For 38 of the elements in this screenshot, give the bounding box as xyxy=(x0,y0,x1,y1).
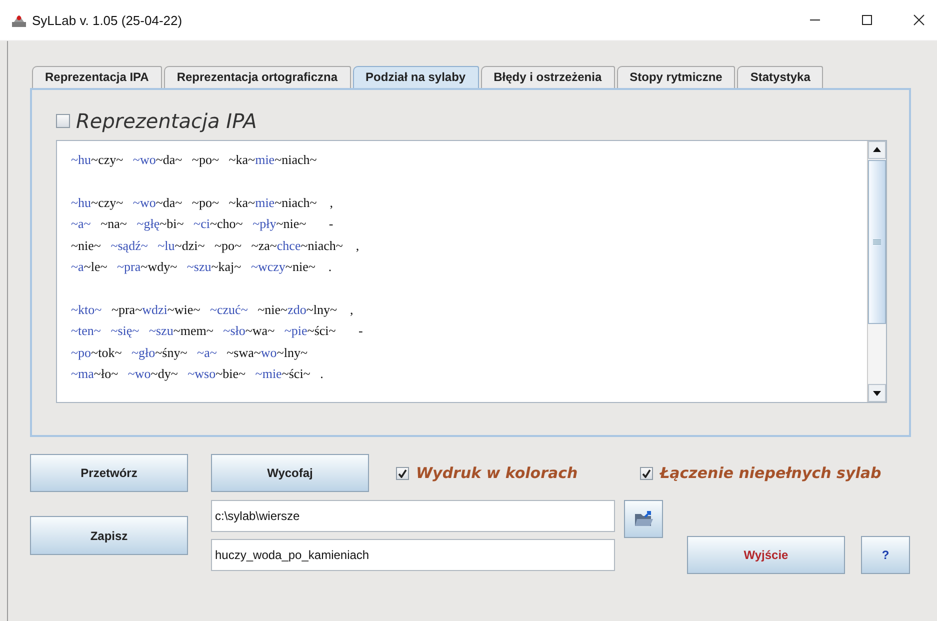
tab[interactable]: Reprezentacja IPA xyxy=(32,66,162,88)
tab[interactable]: Reprezentacja ortograficzna xyxy=(164,66,351,88)
path-field[interactable]: c:\sylab\wiersze xyxy=(211,500,615,532)
checkbox-label: Reprezentacja IPA xyxy=(76,109,257,133)
scroll-up-icon[interactable] xyxy=(868,141,886,159)
tab[interactable]: Statystyka xyxy=(737,66,824,88)
text-line: ~kto~ ~pra~wdzi~wie~ ~czuć~ ~nie~zdo~lny~ , xyxy=(71,300,354,319)
tab[interactable]: Stopy rytmiczne xyxy=(616,66,736,88)
undo-button[interactable]: Wycofaj xyxy=(211,454,369,492)
scroll-thumb[interactable] xyxy=(868,160,886,324)
folder-icon xyxy=(634,510,654,528)
text-line: ~hu~czy~ ~wo~da~ ~po~ ~ka~mie~niach~ xyxy=(71,151,317,169)
checkbox-label: Wydruk w kolorach xyxy=(416,464,578,482)
process-button[interactable]: Przetwórz xyxy=(30,454,188,492)
checkbox[interactable] xyxy=(396,466,409,480)
grip-icon xyxy=(873,239,881,245)
close-icon[interactable] xyxy=(913,14,925,26)
exit-button[interactable]: Wyjście xyxy=(687,536,845,574)
file-name-field[interactable]: huczy_woda_po_kamieniach xyxy=(211,539,615,571)
browse-button[interactable] xyxy=(624,500,663,538)
text-line: ~a~ ~na~ ~głę~bi~ ~ci~cho~ ~pły~nie~ - xyxy=(71,215,334,233)
window-title: SyLLab v. 1.05 (25-04-22) xyxy=(32,12,182,28)
text-line: ~hu~czy~ ~wo~da~ ~po~ ~ka~mie~niach~ , xyxy=(71,194,334,212)
scrollbar[interactable] xyxy=(867,141,886,402)
text-line: ~a~le~ ~pra~wdy~ ~szu~kaj~ ~wczy~nie~ . xyxy=(71,258,332,276)
checkbox[interactable] xyxy=(640,466,653,480)
text-line: ~po~tok~ ~gło~śny~ ~a~ ~swa~wo~lny~ xyxy=(71,344,308,362)
text-line: ~ma~ło~ ~wo~dy~ ~wso~bie~ ~mie~ści~ . xyxy=(71,365,324,383)
tab[interactable]: Podział na sylaby xyxy=(352,66,479,88)
text-line: ~ten~ ~się~ ~szu~mem~ ~sło~wa~ ~pie~ści~ - xyxy=(71,322,363,340)
save-button[interactable]: Zapisz xyxy=(30,516,188,555)
checkbox-label: Łączenie niepełnych sylab xyxy=(660,464,882,482)
scroll-down-icon[interactable] xyxy=(868,384,886,402)
maximize-icon[interactable] xyxy=(861,14,873,26)
text-line: ~nie~ ~sądź~ ~lu~dzi~ ~po~ ~za~chce~niach~ , xyxy=(71,236,360,255)
checkbox[interactable] xyxy=(56,114,70,128)
tab[interactable]: Błędy i ostrzeżenia xyxy=(480,66,615,88)
help-button[interactable]: ? xyxy=(861,536,910,574)
